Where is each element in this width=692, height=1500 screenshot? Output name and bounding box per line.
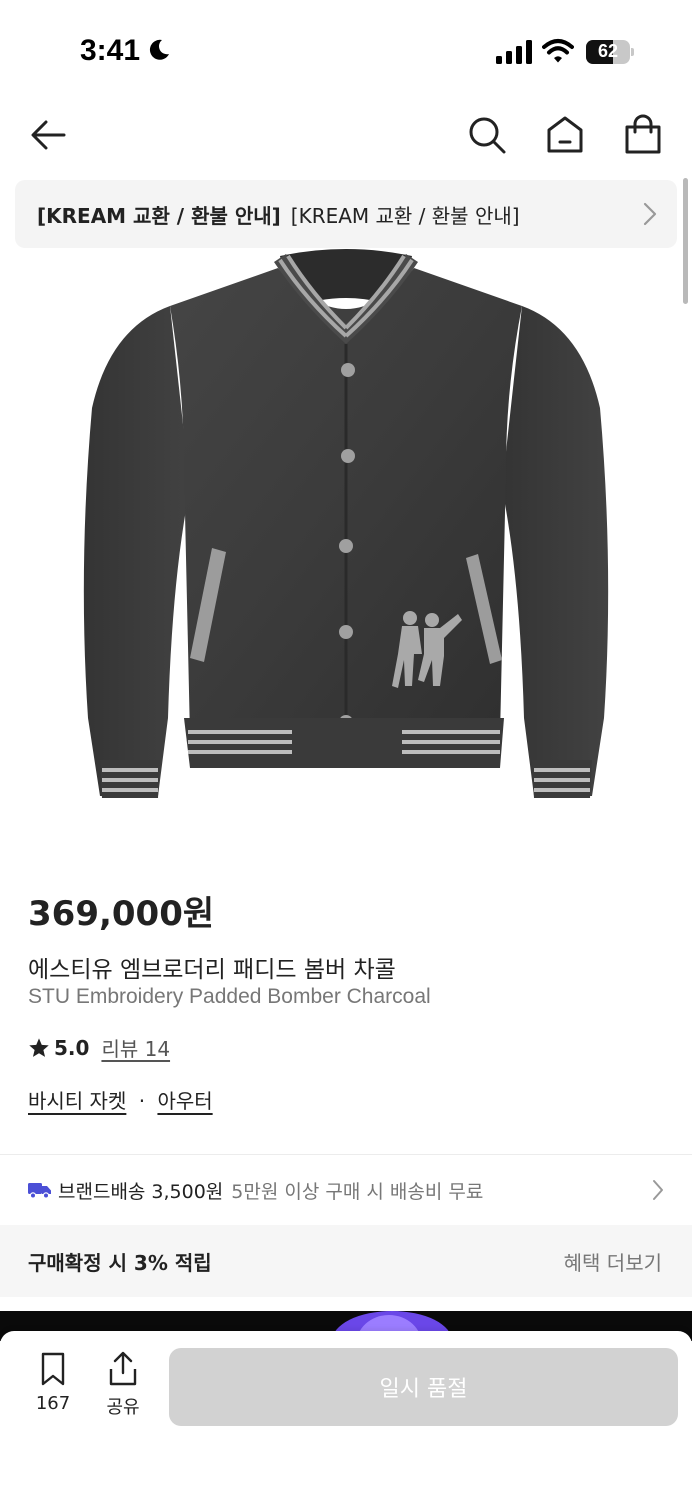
share-label: 공유	[106, 1397, 140, 1418]
benefit-text: 구매확정 시 3% 적립	[28, 1250, 212, 1275]
chevron-right-icon	[643, 202, 657, 226]
bookmark-count: 167	[35, 1393, 71, 1414]
rating-value: 5.0	[54, 1035, 90, 1060]
battery-cap	[631, 48, 634, 56]
shipping-info-row[interactable]: 브랜드배송 3,500원 5만원 이상 구매 시 배송비 무료	[0, 1155, 692, 1225]
bookmark-icon	[41, 1352, 65, 1386]
star-icon	[29, 1037, 49, 1057]
category-varsity-jacket-link[interactable]: 바시티 자켓	[28, 1089, 126, 1113]
back-arrow-icon[interactable]	[28, 114, 70, 156]
exchange-refund-notice[interactable]: [KREAM 교환 / 환불 안내] [KREAM 교환 / 환불 안내]	[15, 180, 677, 248]
battery-icon: 62	[586, 40, 634, 64]
shipping-description: 5만원 이상 구매 시 배송비 무료	[231, 1180, 484, 1203]
purchase-benefit-row: 구매확정 시 3% 적립 혜택 더보기	[0, 1225, 692, 1297]
bottom-action-bar: 167 공유 일시 품절	[0, 1331, 692, 1500]
benefit-more-link[interactable]: 혜택 더보기	[564, 1247, 662, 1276]
battery-body: 62	[586, 40, 630, 64]
review-count-link[interactable]: 리뷰 14	[101, 1033, 170, 1062]
category-separator: ·	[138, 1089, 146, 1113]
home-icon[interactable]	[544, 114, 586, 156]
top-navigation	[0, 100, 692, 170]
search-icon[interactable]	[466, 114, 508, 156]
product-name-english: STU Embroidery Padded Bomber Charcoal	[28, 985, 431, 1008]
category-breadcrumb: 바시티 자켓 · 아우터	[28, 1085, 213, 1114]
rating-row: 5.0 리뷰 14	[28, 1033, 170, 1062]
notice-text: [KREAM 교환 / 환불 안내]	[290, 203, 520, 228]
chevron-right-icon	[653, 1180, 663, 1200]
wifi-icon	[542, 39, 574, 63]
cellular-signal-icon	[496, 40, 532, 64]
product-name-korean: 에스티유 엠브로더리 패디드 봄버 차콜	[28, 957, 396, 983]
moon-icon	[149, 39, 169, 60]
temporarily-sold-out-button[interactable]: 일시 품절	[169, 1348, 678, 1426]
notice-title: [KREAM 교환 / 환불 안내]	[37, 203, 281, 228]
truck-icon	[28, 1183, 51, 1199]
status-bar: 3:41 62	[0, 0, 692, 100]
bookmark-button[interactable]: 167	[30, 1351, 76, 1421]
shipping-label: 브랜드배송	[58, 1180, 146, 1203]
status-time: 3:41	[80, 34, 141, 67]
share-button[interactable]: 공유	[100, 1351, 146, 1421]
shipping-price: 3,500원	[151, 1180, 224, 1203]
product-image[interactable]	[0, 248, 692, 840]
category-outer-link[interactable]: 아우터	[157, 1089, 212, 1113]
share-icon	[109, 1351, 137, 1386]
battery-level: 62	[597, 41, 619, 61]
product-price: 369,000원	[28, 894, 215, 934]
shopping-bag-icon[interactable]	[622, 114, 664, 156]
